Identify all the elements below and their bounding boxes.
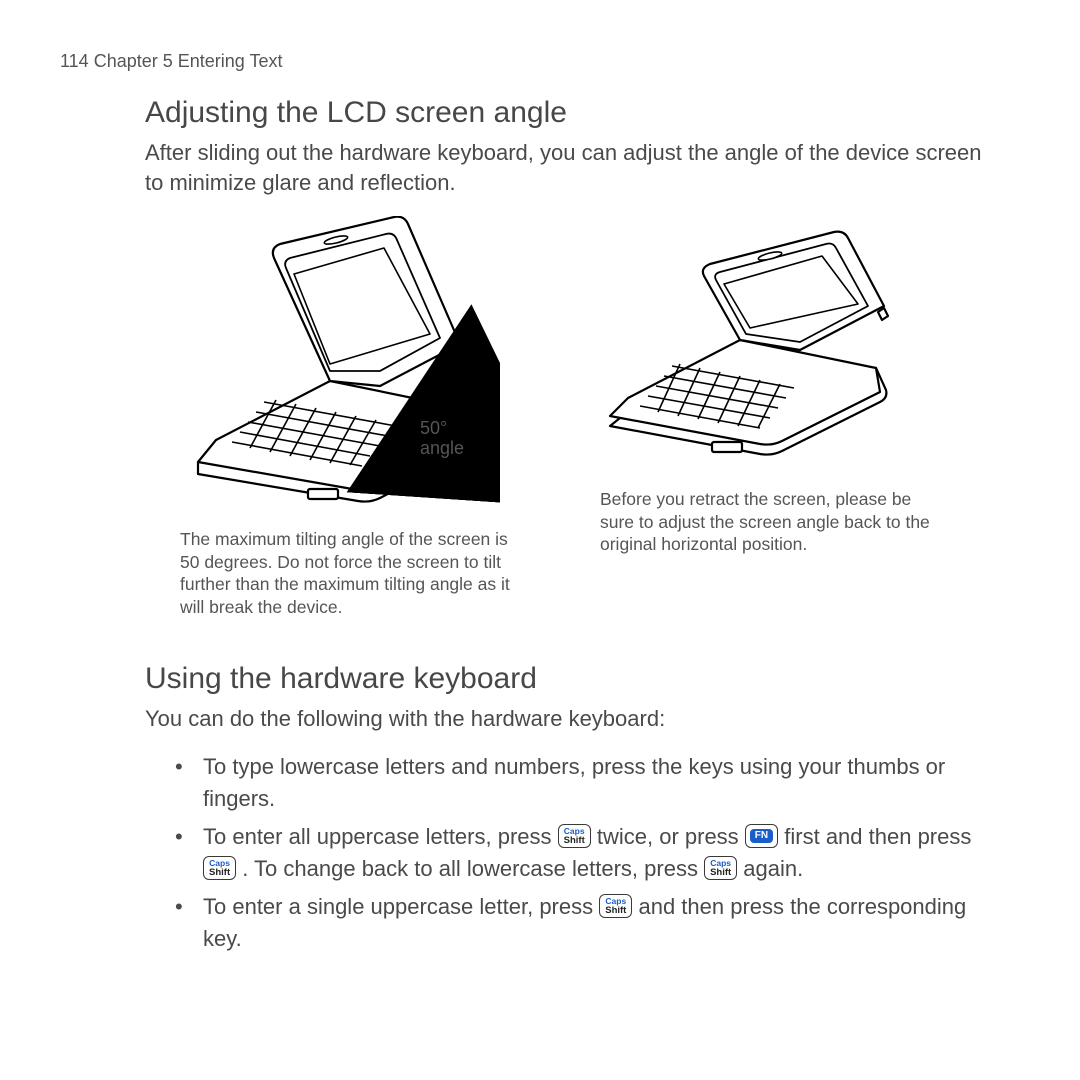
angle-word-label: angle bbox=[420, 438, 464, 458]
angle-degree-label: 50° bbox=[420, 418, 447, 438]
keyboard-instructions-list: To type lowercase letters and numbers, p… bbox=[145, 751, 1000, 954]
fn-key-icon: FN bbox=[745, 824, 778, 848]
bullet-text-part: To enter a single uppercase letter, pres… bbox=[203, 894, 599, 919]
bullet-text-part: again. bbox=[743, 856, 803, 881]
device-tilted-icon: 50° angle bbox=[180, 216, 500, 516]
list-item: To enter a single uppercase letter, pres… bbox=[175, 891, 1000, 955]
caps-shift-key-icon: Caps Shift bbox=[704, 856, 737, 880]
figure-tilted: 50° angle The maximum tilting angle of t… bbox=[180, 216, 510, 619]
device-flat-icon bbox=[600, 216, 900, 476]
list-item: To type lowercase letters and numbers, p… bbox=[175, 751, 1000, 815]
bullet-text-part: first and then press bbox=[784, 824, 971, 849]
section-title-keyboard: Using the hardware keyboard bbox=[145, 659, 1000, 698]
caps-shift-key-icon: Caps Shift bbox=[558, 824, 591, 848]
figure-caption-2: Before you retract the screen, please be… bbox=[600, 488, 930, 556]
figure-flat: Before you retract the screen, please be… bbox=[600, 216, 930, 619]
figure-row: 50° angle The maximum tilting angle of t… bbox=[145, 216, 1000, 619]
page-content: Adjusting the LCD screen angle After sli… bbox=[60, 93, 1020, 954]
caps-shift-key-icon: Caps Shift bbox=[203, 856, 236, 880]
section-title-lcd: Adjusting the LCD screen angle bbox=[145, 93, 1000, 132]
figure-caption-1: The maximum tilting angle of the screen … bbox=[180, 528, 510, 619]
caps-shift-key-icon: Caps Shift bbox=[599, 894, 632, 918]
page-header: 114 Chapter 5 Entering Text bbox=[60, 50, 1020, 73]
bullet-text-part: twice, or press bbox=[597, 824, 745, 849]
bullet-text-part: To enter all uppercase letters, press bbox=[203, 824, 558, 849]
section-intro-lcd: After sliding out the hardware keyboard,… bbox=[145, 138, 1000, 197]
bullet-text-part: . To change back to all lowercase letter… bbox=[242, 856, 704, 881]
section-intro-keyboard: You can do the following with the hardwa… bbox=[145, 704, 1000, 734]
bullet-text: To type lowercase letters and numbers, p… bbox=[203, 754, 945, 811]
list-item: To enter all uppercase letters, press Ca… bbox=[175, 821, 1000, 885]
